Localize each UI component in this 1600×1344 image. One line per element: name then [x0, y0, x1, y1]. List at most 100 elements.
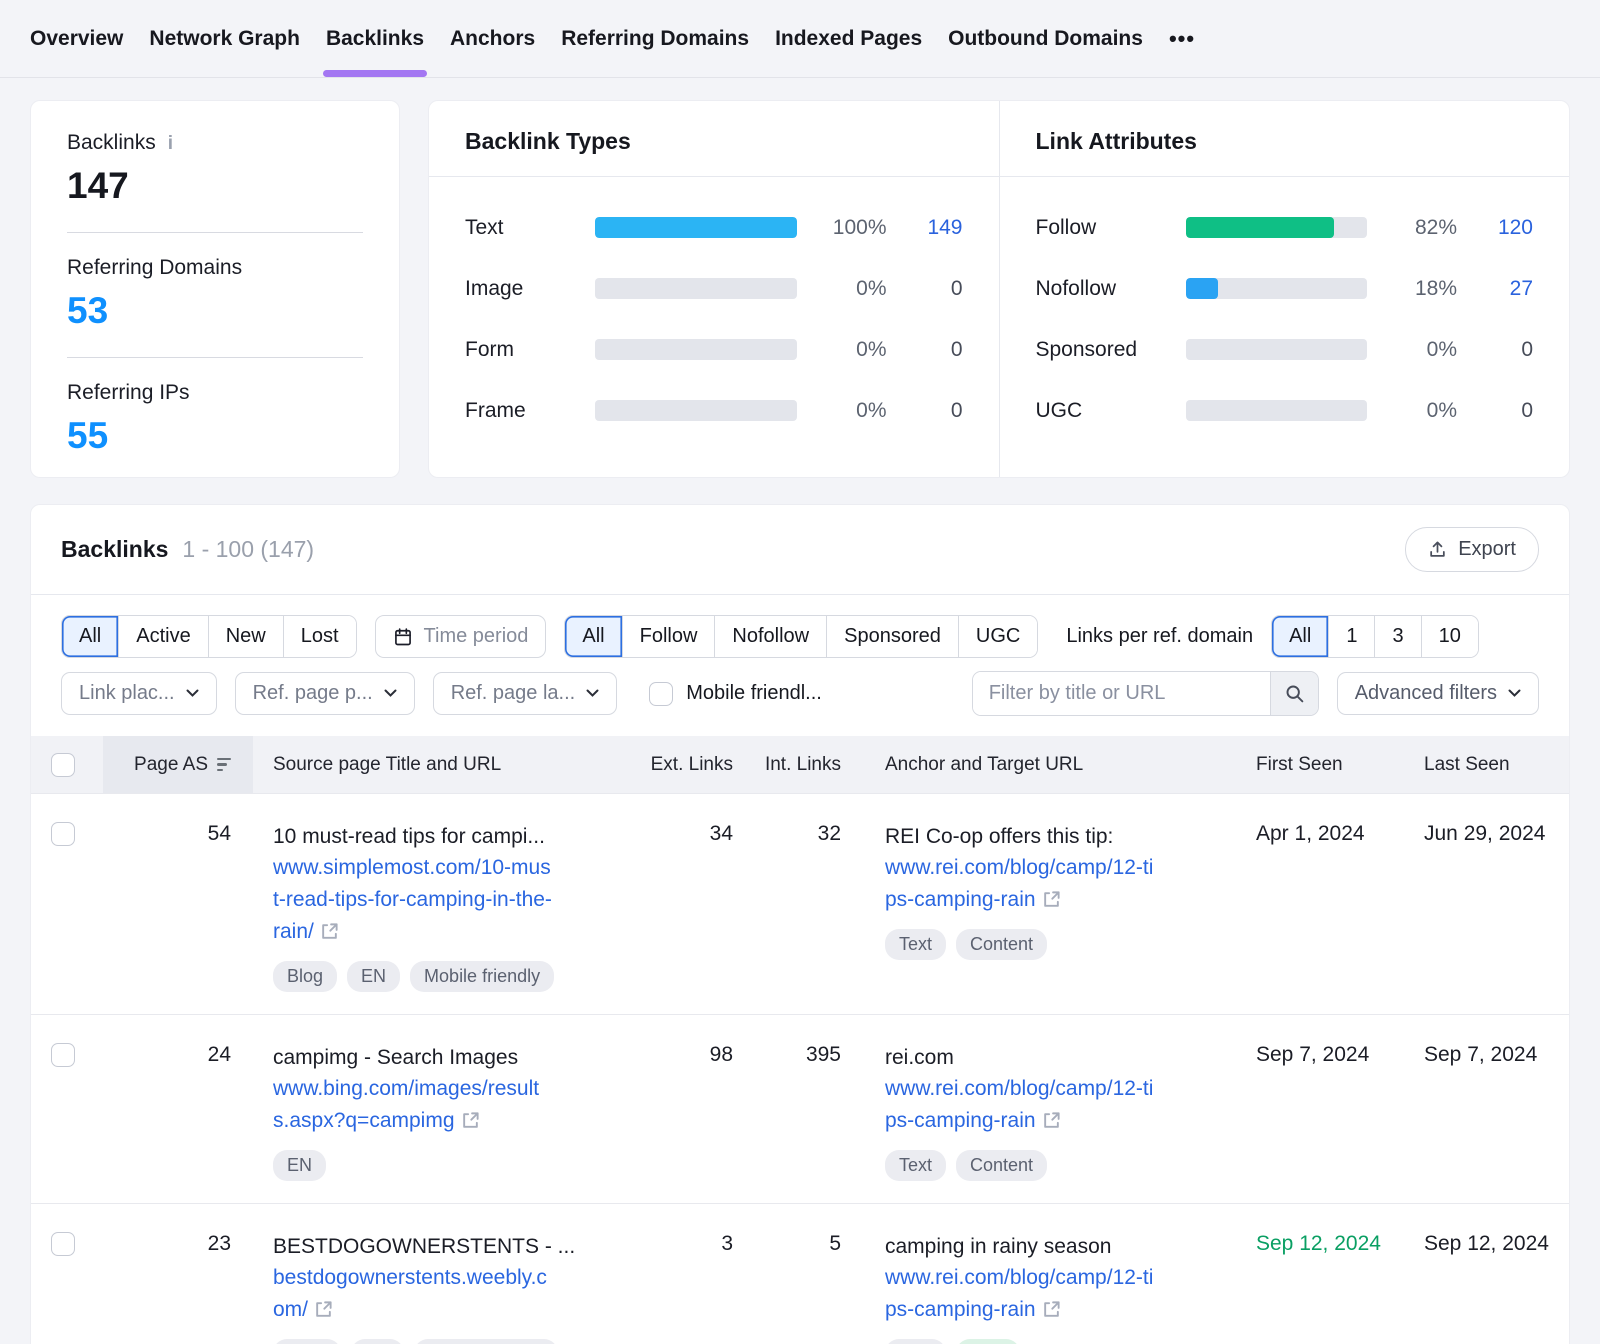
external-link-icon[interactable] — [1042, 1300, 1061, 1319]
mobile-friendly-label: Mobile friendl... — [686, 682, 822, 705]
ref-page-p-dropdown[interactable]: Ref. page p... — [235, 672, 415, 715]
table-card-header: Backlinks 1 - 100 (147) Export — [31, 505, 1569, 595]
external-link-icon[interactable] — [314, 1300, 333, 1319]
source-badge: Blog — [273, 961, 337, 992]
mobile-friendly-filter: Mobile friendl... — [649, 682, 822, 706]
time-period-button[interactable]: Time period — [375, 615, 547, 658]
status-filter-lost[interactable]: Lost — [283, 616, 356, 657]
page-as-value: 24 — [103, 1043, 253, 1067]
external-link-icon[interactable] — [320, 922, 339, 941]
page-as-value: 54 — [103, 822, 253, 846]
bar-percent: 0% — [1387, 399, 1457, 423]
column-header-ext-links: Ext. Links — [633, 736, 733, 793]
bar-row-image: Image 0% 0 — [465, 258, 963, 319]
bar-percent: 0% — [817, 338, 887, 362]
external-link-icon[interactable] — [461, 1111, 480, 1130]
info-icon[interactable]: i — [168, 134, 173, 153]
bar-track — [1186, 400, 1368, 421]
filters-bar: All Active New Lost Time period All Foll… — [31, 595, 1569, 736]
source-badge: EN — [351, 1339, 404, 1344]
chevron-down-icon — [586, 689, 599, 698]
bar-count: 0 — [907, 338, 963, 362]
external-link-icon[interactable] — [1042, 890, 1061, 909]
divider — [67, 357, 363, 358]
status-filter-active[interactable]: Active — [118, 616, 207, 657]
links-per-domain-3[interactable]: 3 — [1374, 616, 1420, 657]
tab-indexed-pages[interactable]: Indexed Pages — [775, 0, 922, 77]
bar-label: Frame — [465, 399, 575, 423]
advanced-filters-button[interactable]: Advanced filters — [1337, 672, 1539, 715]
int-links-value: 395 — [733, 1043, 841, 1067]
table-header-row: Page AS Source page Title and URL Ext. L… — [31, 736, 1569, 793]
bar-count-link[interactable]: 149 — [907, 216, 963, 240]
row-checkbox[interactable] — [51, 822, 75, 846]
backlink-types-panel: Backlink Types Text 100% 149 Image 0% 0 … — [429, 101, 1000, 477]
bar-percent: 0% — [817, 277, 887, 301]
target-url-link[interactable]: www.rei.com/blog/camp/12-tips-camping-ra… — [885, 1266, 1153, 1321]
row-checkbox[interactable] — [51, 1043, 75, 1067]
bar-count-link[interactable]: 120 — [1477, 216, 1533, 240]
follow-filter-all[interactable]: All — [565, 616, 621, 657]
referring-ips-metric-value[interactable]: 55 — [67, 415, 363, 457]
follow-filter-ugc[interactable]: UGC — [958, 616, 1037, 657]
select-all-checkbox[interactable] — [51, 753, 75, 777]
links-per-domain-1[interactable]: 1 — [1328, 616, 1374, 657]
backlink-types-title: Backlink Types — [429, 101, 999, 177]
source-title: campimg - Search Images — [273, 1043, 553, 1073]
table-row: 23 BESTDOGOWNERSTENTS - ... bestdogowner… — [31, 1203, 1569, 1344]
page-as-value: 23 — [103, 1232, 253, 1256]
tab-anchors[interactable]: Anchors — [450, 0, 535, 77]
source-url-link[interactable]: www.bing.com/images/results.aspx?q=campi… — [273, 1077, 539, 1132]
row-checkbox[interactable] — [51, 1232, 75, 1256]
more-tabs-button[interactable]: ••• — [1169, 0, 1195, 77]
ref-page-la-dropdown[interactable]: Ref. page la... — [433, 672, 618, 715]
divider — [67, 232, 363, 233]
bar-count: 0 — [1477, 399, 1533, 423]
follow-filter-follow[interactable]: Follow — [622, 616, 715, 657]
table-title: Backlinks — [61, 536, 168, 563]
chevron-down-icon — [1508, 689, 1521, 698]
follow-filter-sponsored[interactable]: Sponsored — [826, 616, 958, 657]
anchor-badge: Text — [885, 929, 946, 960]
column-label: Page AS — [134, 754, 208, 776]
charts-card: Backlink Types Text 100% 149 Image 0% 0 … — [428, 100, 1570, 478]
target-url-link[interactable]: www.rei.com/blog/camp/12-tips-camping-ra… — [885, 856, 1153, 911]
column-header-page-as[interactable]: Page AS — [103, 736, 253, 793]
bar-count-link[interactable]: 27 — [1477, 277, 1533, 301]
bar-percent: 0% — [1387, 338, 1457, 362]
last-seen-date: Jun 29, 2024 — [1424, 822, 1545, 846]
tab-referring-domains[interactable]: Referring Domains — [561, 0, 749, 77]
source-url-link[interactable]: www.simplemost.com/10-must-read-tips-for… — [273, 856, 552, 943]
search-button[interactable] — [1270, 672, 1318, 715]
status-filter-all[interactable]: All — [62, 616, 118, 657]
mobile-friendly-checkbox[interactable] — [649, 682, 673, 706]
links-per-domain-10[interactable]: 10 — [1421, 616, 1478, 657]
table-range: 1 - 100 (147) — [182, 536, 314, 563]
link-placement-dropdown[interactable]: Link plac... — [61, 672, 217, 715]
bar-row-sponsored: Sponsored 0% 0 — [1036, 319, 1534, 380]
status-filter-new[interactable]: New — [208, 616, 283, 657]
target-url-link[interactable]: www.rei.com/blog/camp/12-tips-camping-ra… — [885, 1077, 1153, 1132]
link-attributes-title: Link Attributes — [1000, 101, 1570, 177]
tab-outbound-domains[interactable]: Outbound Domains — [948, 0, 1143, 77]
follow-filter-nofollow[interactable]: Nofollow — [714, 616, 826, 657]
referring-domains-metric-value[interactable]: 53 — [67, 290, 363, 332]
tab-network-graph[interactable]: Network Graph — [149, 0, 300, 77]
backlinks-metric: Backlinks i 147 — [67, 131, 363, 207]
ref-page-p-label: Ref. page p... — [253, 682, 373, 705]
sort-icon — [217, 758, 231, 772]
table-row: 54 10 must-read tips for campi... www.si… — [31, 793, 1569, 1014]
tab-backlinks[interactable]: Backlinks — [326, 0, 424, 77]
bar-label: Text — [465, 216, 575, 240]
first-seen-date: Sep 12, 2024 — [1256, 1232, 1381, 1256]
follow-filter-group: All Follow Nofollow Sponsored UGC — [564, 615, 1038, 658]
tab-overview[interactable]: Overview — [30, 0, 123, 77]
external-link-icon[interactable] — [1042, 1111, 1061, 1130]
filter-search-input[interactable] — [973, 672, 1270, 715]
bar-row-form: Form 0% 0 — [465, 319, 963, 380]
bar-count: 0 — [1477, 338, 1533, 362]
anchor-badge: Text — [885, 1150, 946, 1181]
links-per-domain-all[interactable]: All — [1272, 616, 1328, 657]
export-button[interactable]: Export — [1405, 527, 1539, 572]
status-filter-group: All Active New Lost — [61, 615, 357, 658]
